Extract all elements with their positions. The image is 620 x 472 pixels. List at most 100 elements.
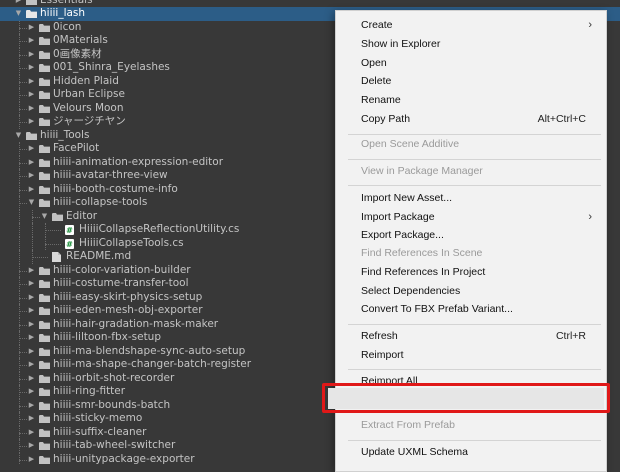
menu-item-convert-to-fbx-prefab-variant[interactable]: Convert To FBX Prefab Variant... (336, 300, 606, 318)
expand-arrow-closed-icon[interactable]: ▶ (27, 21, 36, 35)
menu-item-import-new-asset[interactable]: Import New Asset... (336, 189, 606, 207)
expand-arrow-closed-icon[interactable]: ▶ (27, 169, 36, 183)
expand-arrow-closed-icon[interactable]: ▶ (27, 304, 36, 318)
menu-item-update-uxml-schema[interactable]: Update UXML Schema (336, 443, 606, 461)
submenu-chevron-icon: › (588, 19, 592, 31)
menu-item-label: Create (361, 19, 393, 31)
expand-arrow-closed-icon[interactable]: ▶ (27, 48, 36, 62)
tree-connector-line (19, 432, 27, 434)
menu-item-find-references-in-scene: Find References In Scene (336, 244, 606, 262)
tree-connector-line (19, 405, 27, 407)
tree-item-label: hiiii-orbit-shot-recorder (53, 371, 175, 384)
menu-item-rename[interactable]: Rename (336, 91, 606, 109)
menu-item-refresh[interactable]: Refresh Ctrl+R (336, 327, 606, 345)
menu-item-view-in-package-manager: View in Package Manager (336, 162, 606, 180)
tree-item-label: Hidden Plaid (53, 74, 119, 87)
menu-item-import-package[interactable]: Import Package › (336, 208, 606, 226)
tree-item-label: 0画像素材 (53, 47, 102, 60)
tree-connector-line (32, 216, 40, 218)
tree-item-label: hiiii-ma-shape-changer-batch-register (53, 358, 252, 370)
expand-arrow-closed-icon[interactable]: ▶ (27, 88, 36, 102)
tree-connector-line (45, 230, 61, 231)
expand-arrow-closed-icon[interactable]: ▶ (27, 399, 36, 413)
tree-item-label: hiiii-suffix-cleaner (53, 425, 147, 438)
expand-arrow-closed-icon[interactable]: ▶ (27, 358, 36, 372)
expand-arrow-closed-icon[interactable]: ▶ (27, 156, 36, 170)
tree-item-label: hiiii-avatar-three-view (53, 169, 168, 181)
expand-arrow-closed-icon[interactable]: ▶ (27, 102, 36, 116)
expand-arrow-closed-icon[interactable]: ▶ (27, 291, 36, 305)
expand-arrow-open-icon[interactable]: ▼ (14, 7, 23, 21)
tree-connector-line (19, 149, 27, 150)
folder-icon (39, 64, 50, 72)
menu-item-delete[interactable]: Delete (336, 72, 606, 90)
tree-guide-line (32, 236, 33, 250)
menu-item-open[interactable]: Open (336, 54, 606, 72)
tree-connector-line (19, 419, 27, 420)
menu-item-create[interactable]: Create › (336, 16, 606, 34)
expand-arrow-closed-icon[interactable]: ▶ (27, 412, 36, 426)
folder-icon (39, 91, 50, 99)
highlight-annotation-box (322, 383, 610, 413)
expand-arrow-closed-icon[interactable]: ▶ (27, 277, 36, 291)
expand-arrow-open-icon[interactable]: ▼ (14, 129, 23, 143)
menu-item-copy-path[interactable]: Copy Path Alt+Ctrl+C (336, 110, 606, 128)
expand-arrow-closed-icon[interactable]: ▶ (27, 34, 36, 48)
tree-item-label: Essentials (40, 0, 93, 7)
menu-item-label: Import New Asset... (361, 192, 453, 204)
menu-item-label: Rename (361, 94, 401, 106)
menu-item-select-dependencies[interactable]: Select Dependencies (336, 282, 606, 300)
tree-connector-line (19, 203, 27, 204)
menu-item-show-in-explorer[interactable]: Show in Explorer (336, 35, 606, 53)
folder-open-icon (26, 131, 37, 140)
expand-arrow-closed-icon[interactable]: ▶ (27, 426, 36, 440)
tree-guide-line (19, 250, 20, 264)
menu-item-label: Delete (361, 75, 392, 87)
tree-connector-line (19, 122, 27, 123)
tree-connector-line (19, 324, 27, 326)
tree-item-label: hiiii-ring-fitter (53, 385, 126, 397)
tree-item-label: hiiii_lash (40, 7, 86, 19)
csharp-script-icon: # (65, 238, 76, 249)
tree-item-label: hiiii-hair-gradation-mask-maker (53, 317, 219, 330)
tree-guide-line (32, 223, 33, 237)
tree-item-label: Editor (66, 209, 98, 222)
expand-arrow-closed-icon[interactable]: ▶ (27, 61, 36, 75)
folder-icon (39, 320, 50, 329)
tree-connector-line (19, 338, 27, 339)
expand-arrow-open-icon[interactable]: ▼ (27, 196, 36, 210)
tree-connector-line (19, 311, 27, 312)
menu-item-label: Find References In Project (361, 266, 486, 278)
tree-connector-line (19, 365, 27, 366)
expand-arrow-closed-icon[interactable]: ▶ (27, 75, 36, 89)
expand-arrow-closed-icon[interactable]: ▶ (27, 264, 36, 278)
expand-arrow-closed-icon[interactable]: ▶ (27, 331, 36, 345)
tree-item-label: hiiii-booth-costume-info (53, 182, 178, 195)
expand-arrow-closed-icon[interactable]: ▶ (27, 453, 36, 466)
tree-connector-line (19, 176, 27, 177)
expand-arrow-closed-icon[interactable]: ▶ (27, 142, 36, 156)
expand-arrow-closed-icon[interactable]: ▶ (27, 372, 36, 386)
tree-guide-line (19, 236, 20, 250)
expand-arrow-closed-icon[interactable]: ▶ (27, 385, 36, 399)
expand-arrow-closed-icon[interactable]: ▶ (27, 439, 36, 453)
menu-item-reimport[interactable]: Reimport (336, 346, 606, 364)
menu-separator (348, 440, 601, 441)
tree-item-label: hiiii-tab-wheel-switcher (53, 439, 176, 451)
tree-item-label: hiiii-color-variation-builder (53, 263, 191, 276)
expand-arrow-closed-icon[interactable]: ▶ (27, 115, 36, 129)
tree-folder-row[interactable]: ▶ Essentials (0, 0, 620, 7)
expand-arrow-closed-icon[interactable]: ▶ (27, 345, 36, 359)
expand-arrow-closed-icon[interactable]: ▶ (27, 318, 36, 332)
menu-item-label: Open Scene Additive (361, 138, 460, 150)
folder-icon (39, 50, 50, 59)
expand-arrow-closed-icon[interactable]: ▶ (14, 0, 23, 7)
menu-item-export-package[interactable]: Export Package... (336, 226, 606, 244)
tree-connector-line (19, 108, 27, 110)
tree-guide-line (19, 223, 20, 237)
menu-item-find-references-in-project[interactable]: Find References In Project (336, 263, 606, 281)
expand-arrow-open-icon[interactable]: ▼ (40, 210, 49, 224)
expand-arrow-closed-icon[interactable]: ▶ (27, 183, 36, 197)
folder-icon (39, 280, 50, 288)
menu-item-open-scene-additive: Open Scene Additive (336, 135, 606, 153)
